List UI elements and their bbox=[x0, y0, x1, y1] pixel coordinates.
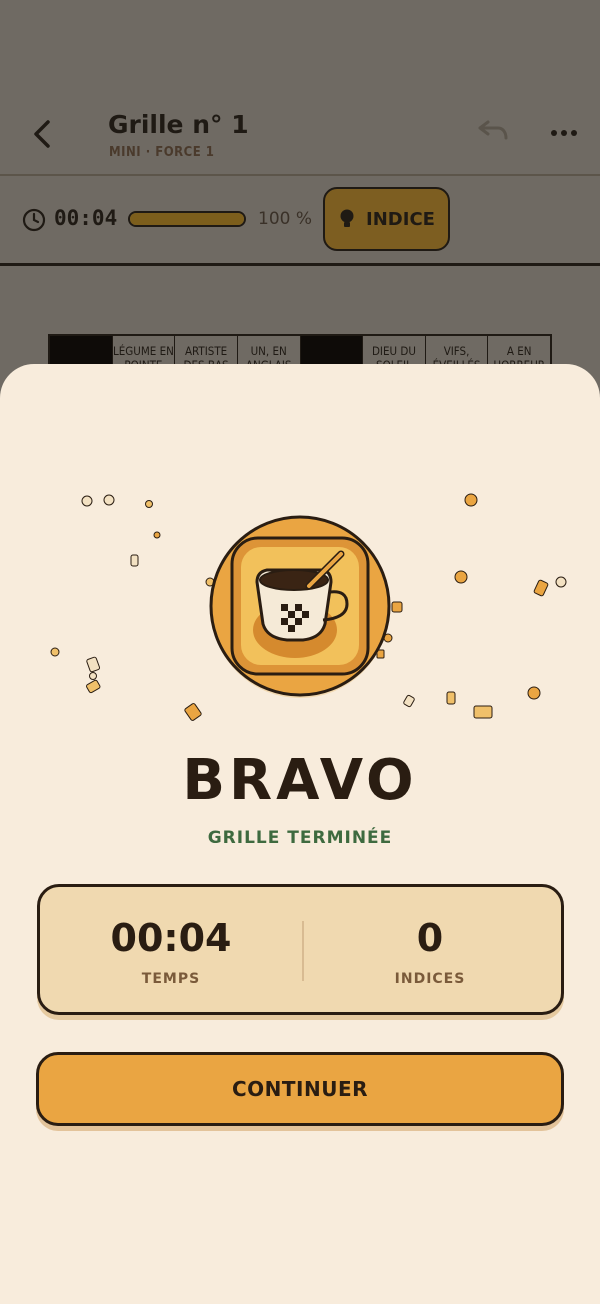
timer-value: 00:04 bbox=[54, 206, 118, 230]
stat-time: 00:04 TEMPS bbox=[40, 887, 302, 1012]
back-arrow-icon[interactable] bbox=[26, 112, 62, 156]
completion-modal: BRAVO GRILLE TERMINÉE 00:04 TEMPS 0 INDI… bbox=[0, 364, 600, 1304]
page-subtitle: MINI · FORCE 1 bbox=[109, 145, 215, 160]
stats-card: 00:04 TEMPS 0 INDICES bbox=[37, 884, 564, 1015]
stat-hints-label: INDICES bbox=[394, 971, 466, 987]
stat-time-value: 00:04 bbox=[110, 916, 232, 960]
page-title: Grille n° 1 bbox=[108, 110, 249, 139]
game-toolbar: 00:04 100 % INDICE bbox=[0, 178, 600, 266]
coffee-cup-badge-icon bbox=[209, 515, 391, 698]
undo-icon[interactable] bbox=[472, 114, 512, 150]
hint-button[interactable]: INDICE bbox=[323, 187, 450, 251]
clock-icon bbox=[22, 208, 46, 232]
continue-button[interactable]: CONTINUER bbox=[36, 1052, 564, 1126]
lightbulb-icon bbox=[340, 209, 354, 227]
modal-subtitle: GRILLE TERMINÉE bbox=[207, 828, 393, 848]
progress-bar bbox=[128, 211, 246, 227]
progress-bar-fill bbox=[130, 213, 244, 225]
progress-percent: 100 % bbox=[258, 209, 313, 229]
stat-hints: 0 INDICES bbox=[299, 887, 561, 1012]
stat-time-label: TEMPS bbox=[141, 971, 201, 987]
modal-title: BRAVO bbox=[182, 748, 418, 813]
hint-button-label: INDICE bbox=[366, 208, 435, 230]
stat-hints-value: 0 bbox=[416, 916, 444, 960]
more-options-icon[interactable] bbox=[546, 118, 582, 146]
game-header: Grille n° 1 MINI · FORCE 1 bbox=[0, 0, 600, 176]
